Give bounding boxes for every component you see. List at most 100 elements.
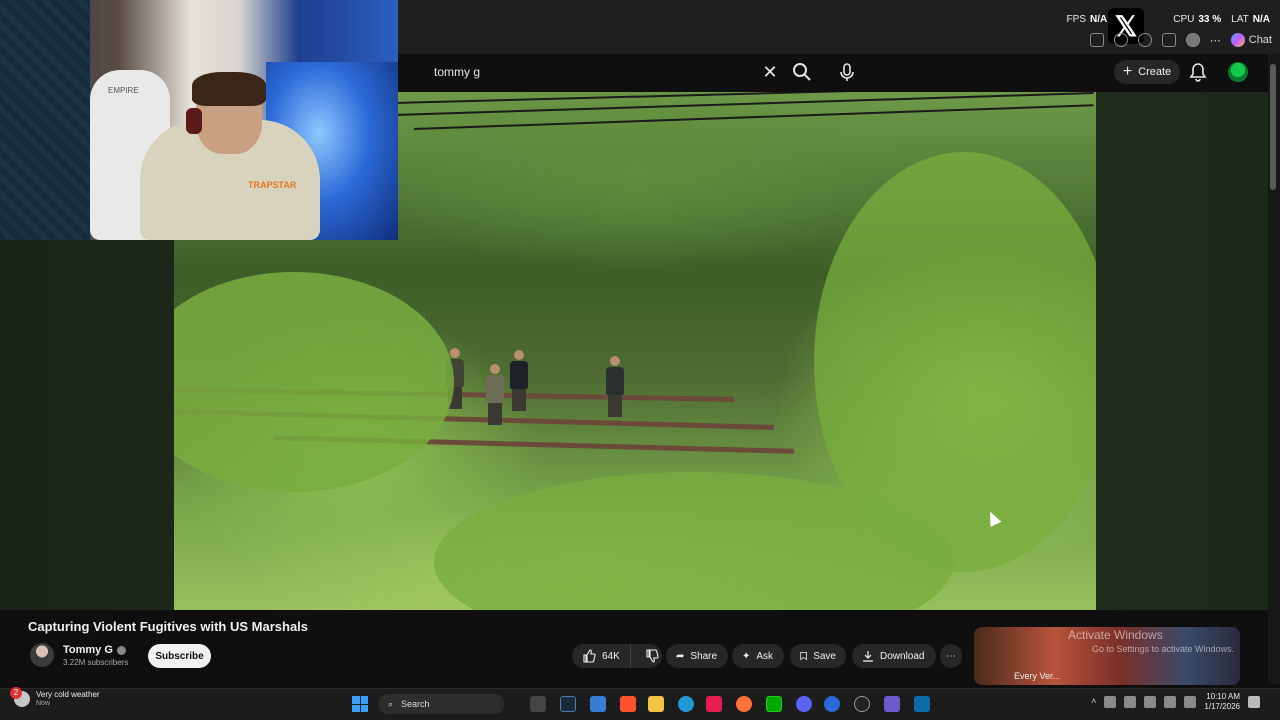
notification-badge: 2 xyxy=(10,686,22,699)
task-view-icon[interactable] xyxy=(530,696,546,712)
thumbs-down-icon xyxy=(646,649,659,663)
like-button[interactable]: 64K xyxy=(572,644,631,668)
brave-icon[interactable] xyxy=(620,696,636,712)
subscribe-button[interactable]: Subscribe xyxy=(148,644,211,668)
favorites-star-icon[interactable] xyxy=(1113,33,1128,47)
browser-tools: ⋯ Chat xyxy=(1089,30,1272,50)
webcam-wall xyxy=(0,0,90,240)
like-dislike-group: 64K xyxy=(572,644,662,668)
account-avatar[interactable] xyxy=(1228,62,1248,82)
clock-date: 1/17/2026 xyxy=(1204,702,1240,711)
chevron-up-icon[interactable]: ˄ xyxy=(1091,696,1096,708)
weather-subtext: Now xyxy=(36,700,51,707)
share-button[interactable]: ➦ Share xyxy=(666,644,728,668)
share-label: Share xyxy=(690,650,718,662)
download-icon xyxy=(863,651,873,662)
firefox-icon[interactable] xyxy=(736,696,752,712)
marshal-figure xyxy=(606,356,624,417)
volume-icon[interactable] xyxy=(1184,696,1197,708)
hoodie-logo: TRAPSTAR xyxy=(248,180,297,190)
chair-brand: EMPIRE xyxy=(108,86,139,95)
save-label: Save xyxy=(813,650,836,662)
obs-icon[interactable] xyxy=(854,696,870,712)
profile-icon[interactable] xyxy=(1185,33,1200,47)
power-line xyxy=(393,92,1094,116)
save-button[interactable]: Save xyxy=(790,644,846,668)
search-icon[interactable] xyxy=(790,60,814,84)
streamer-webcam: EMPIRE TRAPSTAR xyxy=(0,0,398,240)
clock[interactable]: 10:10 AM 1/17/2026 xyxy=(1204,692,1240,712)
channel-name-text[interactable]: Tommy G xyxy=(63,644,113,656)
suggested-video-title[interactable]: Every Ver... xyxy=(1014,671,1060,681)
download-button[interactable]: Download xyxy=(852,644,936,668)
activate-windows-watermark: Activate Windows xyxy=(1068,628,1163,642)
share-icon: ➦ xyxy=(676,650,685,662)
copilot-chat-button[interactable]: Chat xyxy=(1230,33,1272,47)
download-label: Download xyxy=(880,650,925,662)
app-icon[interactable] xyxy=(824,696,840,712)
search-icon: ⌕ xyxy=(388,698,394,709)
power-line xyxy=(413,104,1094,130)
tray-app-icon[interactable] xyxy=(1104,696,1117,708)
activate-windows-subtext: Go to Settings to activate Windows. xyxy=(1092,644,1235,654)
like-count: 64K xyxy=(602,650,620,662)
cpu-label: CPU xyxy=(1173,13,1195,25)
weather-text: Very cold weather xyxy=(36,690,100,699)
thumbs-up-icon xyxy=(583,649,596,663)
more-actions-button[interactable]: ⋯ xyxy=(940,644,962,668)
system-tray: ˄ 10:10 AM 1/17/2026 xyxy=(1091,692,1260,712)
ask-button[interactable]: ✦ Ask xyxy=(732,644,784,668)
scrollbar-thumb[interactable] xyxy=(1270,64,1276,190)
calculator-icon[interactable] xyxy=(590,696,606,712)
network-icon[interactable] xyxy=(1164,696,1177,708)
microphone-icon[interactable] xyxy=(836,60,858,84)
channel-avatar[interactable] xyxy=(30,643,54,667)
notifications-bell-icon[interactable] xyxy=(1188,61,1208,83)
fern-foliage xyxy=(174,272,454,492)
dislike-button[interactable] xyxy=(637,644,667,668)
weather-icon: 2 xyxy=(10,686,30,707)
app-grid-icon[interactable] xyxy=(884,696,900,712)
weather-widget[interactable]: 2 Very cold weather Now xyxy=(10,686,100,707)
performance-overlay: FPS N/A CPU 33 % LAT N/A xyxy=(1067,10,1270,28)
tiktok-icon[interactable] xyxy=(706,696,722,712)
microphone-tray-icon[interactable] xyxy=(1144,696,1157,708)
lat-value: N/A xyxy=(1252,13,1270,25)
steam-icon[interactable] xyxy=(560,696,576,712)
extensions-icon[interactable] xyxy=(1089,33,1104,47)
taskbar-search-label: Search xyxy=(401,699,430,709)
bookmark-icon xyxy=(800,652,807,661)
sparkle-icon: ✦ xyxy=(742,650,751,662)
marshal-figure xyxy=(510,350,528,411)
edge-icon[interactable] xyxy=(678,696,694,712)
clock-time: 10:10 AM xyxy=(1206,692,1240,701)
refresh-icon[interactable] xyxy=(1137,33,1152,47)
menu-dots-icon[interactable]: ⋯ xyxy=(1210,34,1221,47)
app-window-icon[interactable] xyxy=(914,696,930,712)
create-button[interactable]: + Create xyxy=(1114,60,1180,84)
downloads-icon[interactable] xyxy=(1161,33,1176,47)
nvidia-icon[interactable] xyxy=(766,696,782,712)
video-title: Capturing Violent Fugitives with US Mars… xyxy=(28,619,309,634)
copilot-icon xyxy=(1230,33,1245,47)
notification-center-icon[interactable] xyxy=(1248,696,1260,708)
streamer-hair xyxy=(192,72,266,106)
cpu-value: 33 % xyxy=(1198,13,1222,25)
marshal-figure xyxy=(486,364,504,425)
verified-icon xyxy=(116,645,126,655)
windows-start-icon[interactable] xyxy=(352,696,368,712)
clear-search-icon[interactable]: ✕ xyxy=(762,62,778,82)
channel-name[interactable]: Tommy G xyxy=(63,644,126,656)
search-input[interactable]: tommy g xyxy=(420,60,788,84)
taskbar-search[interactable]: ⌕ Search xyxy=(378,694,504,714)
subscriber-count: 3.22M subscribers xyxy=(63,658,129,667)
ask-label: Ask xyxy=(756,650,774,662)
tray-app-icon[interactable] xyxy=(1124,696,1137,708)
headphones-icon xyxy=(186,108,202,134)
discord-icon[interactable] xyxy=(796,696,812,712)
fps-label: FPS xyxy=(1066,13,1086,25)
fps-value: N/A xyxy=(1090,13,1108,25)
file-explorer-icon[interactable] xyxy=(648,696,664,712)
chat-label: Chat xyxy=(1248,34,1272,46)
windows-taskbar xyxy=(0,688,1280,720)
